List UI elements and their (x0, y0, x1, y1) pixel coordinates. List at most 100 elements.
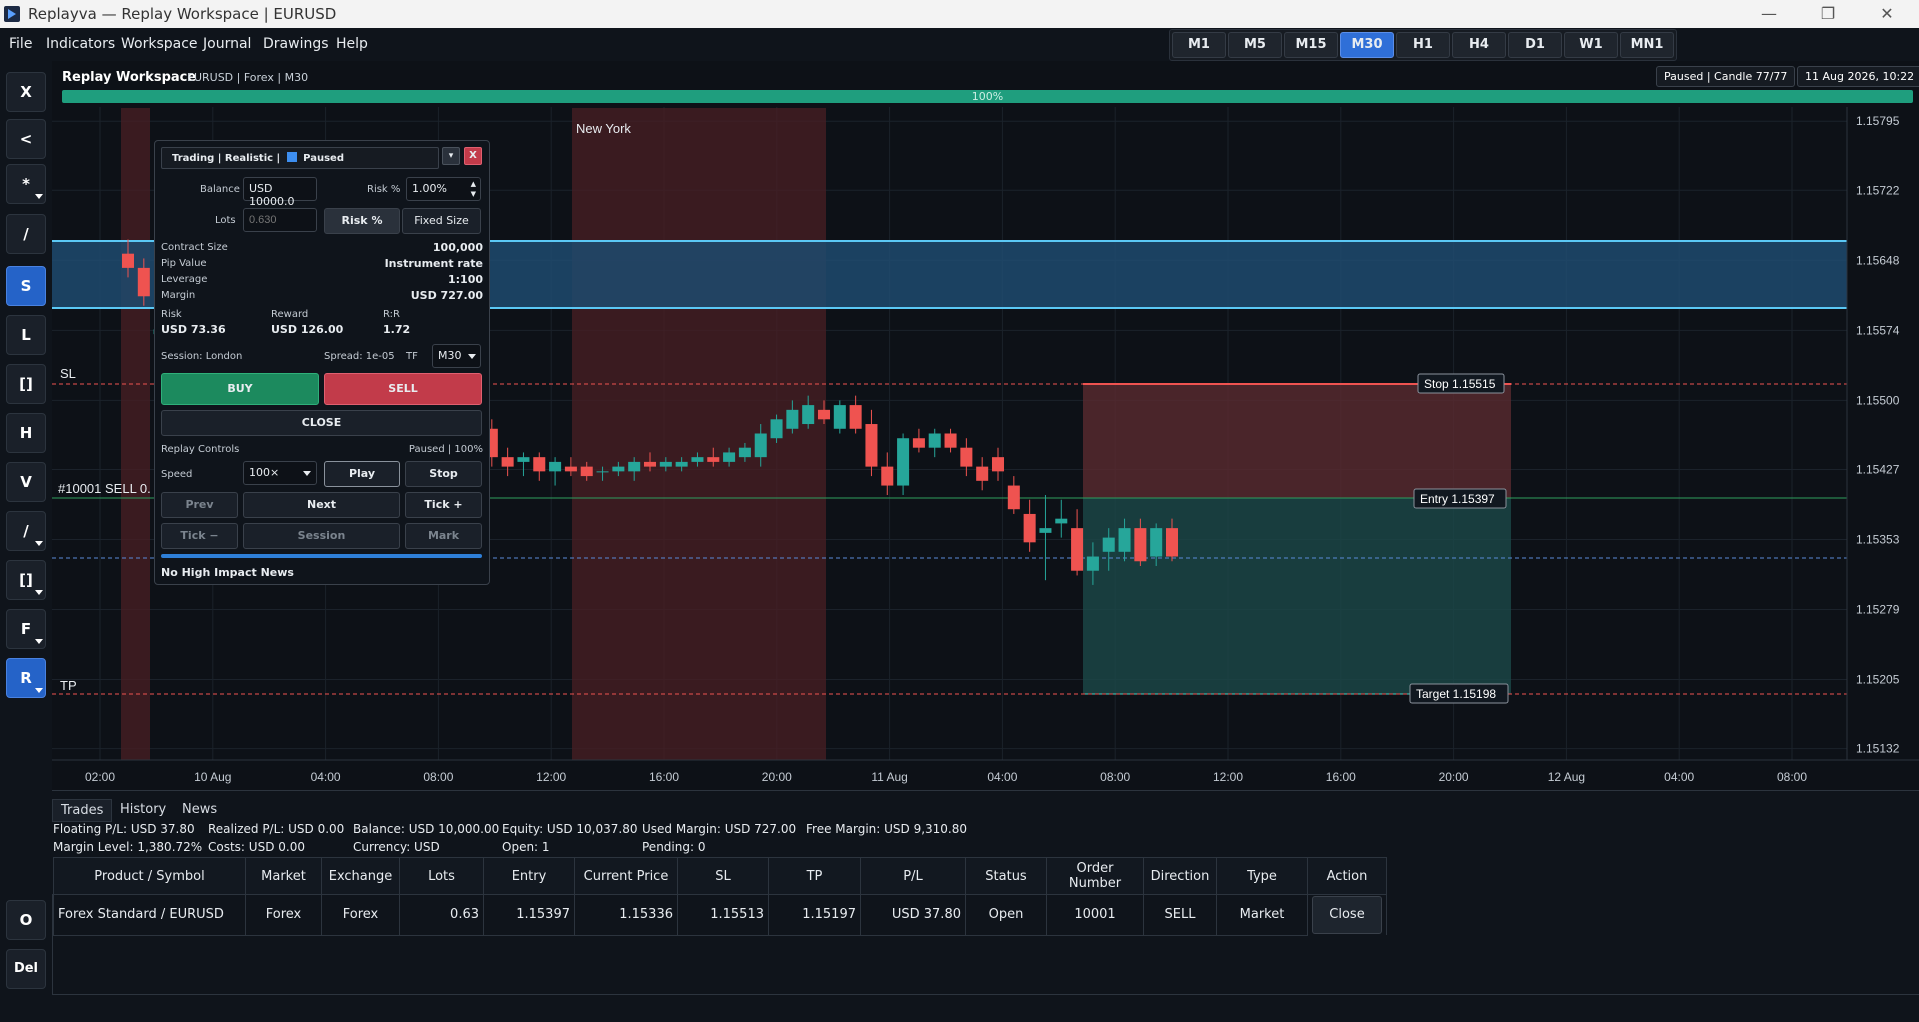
risk-zone[interactable] (1083, 384, 1511, 498)
candle-body (723, 452, 736, 462)
tool-rectangle-button[interactable]: [] (6, 364, 46, 404)
menu-indicators[interactable]: Indicators (46, 36, 115, 52)
menu-journal[interactable]: Journal (203, 36, 251, 52)
tool-range-button[interactable]: R (6, 658, 46, 698)
tf-d1[interactable]: D1 (1508, 32, 1562, 58)
price-tick-label: 1.15427 (1856, 462, 1900, 476)
tool-shapes-button[interactable]: [] (6, 560, 46, 600)
tab-news[interactable]: News (174, 799, 225, 820)
tool-back-button[interactable]: < (6, 119, 46, 159)
risk-percent-input[interactable]: 1.00% ▲ ▼ (406, 177, 481, 201)
panel-title-bar[interactable]: Trading | Realistic | Paused (161, 147, 439, 169)
tool-long-position-button[interactable]: L (6, 315, 46, 355)
mark-button[interactable]: Mark (405, 523, 482, 549)
tf-h4[interactable]: H4 (1452, 32, 1506, 58)
tool-vertical-line-button[interactable]: V (6, 462, 46, 502)
candle-body (912, 438, 925, 448)
candle-body (1150, 528, 1163, 557)
tool-marker-button[interactable]: * (6, 164, 46, 204)
chevron-down-icon (303, 471, 311, 476)
stepper-icon[interactable]: ▲ ▼ (471, 179, 476, 199)
tool-delete-button[interactable]: Del (6, 949, 46, 989)
panel-collapse-button[interactable]: ▾ (442, 147, 460, 165)
col-market[interactable]: Market (245, 857, 322, 895)
buy-button[interactable]: BUY (161, 373, 319, 405)
col-product[interactable]: Product / Symbol (53, 857, 246, 895)
menu-help[interactable]: Help (336, 36, 368, 52)
tf-m1[interactable]: M1 (1172, 32, 1226, 58)
close-window-button[interactable]: ✕ (1864, 2, 1910, 26)
menu-file[interactable]: File (9, 36, 32, 52)
reward-zone[interactable] (1083, 498, 1511, 694)
tool-horizontal-line-button[interactable]: H (6, 413, 46, 453)
col-action[interactable]: Action (1307, 857, 1387, 895)
candle-body (833, 405, 846, 429)
tf-mn1[interactable]: MN1 (1620, 32, 1674, 58)
tf-h1[interactable]: H1 (1396, 32, 1450, 58)
col-pl[interactable]: P/L (860, 857, 966, 895)
tab-history[interactable]: History (112, 799, 174, 820)
tf-m15[interactable]: M15 (1284, 32, 1338, 58)
tool-short-position-button[interactable]: S (6, 266, 46, 306)
panel-close-button[interactable]: X (464, 147, 482, 165)
menu-workspace[interactable]: Workspace (121, 36, 198, 52)
stop-button[interactable]: Stop (405, 461, 482, 487)
col-sl[interactable]: SL (677, 857, 769, 895)
candle-body (643, 461, 657, 467)
tf-select[interactable]: M30 (432, 344, 481, 368)
col-order-number[interactable]: Order Number (1046, 857, 1144, 895)
col-status[interactable]: Status (965, 857, 1047, 895)
balance-input[interactable]: USD 10000.0 (243, 177, 317, 208)
close-trade-button[interactable]: Close (1312, 896, 1382, 934)
close-position-button[interactable]: CLOSE (161, 410, 482, 436)
candle-body (1007, 485, 1020, 510)
table-row[interactable]: Forex Standard / EURUSD Forex Forex 0.63… (53, 894, 1387, 936)
col-entry[interactable]: Entry (483, 857, 575, 895)
target-tag: Target 1.15198 (1416, 687, 1496, 701)
sell-button[interactable]: SELL (324, 373, 482, 405)
tf-m30[interactable]: M30 (1340, 32, 1394, 58)
tick-minus-button[interactable]: Tick − (161, 523, 238, 549)
tab-trades[interactable]: Trades (52, 799, 113, 822)
tool-trendline-button[interactable]: / (6, 511, 46, 551)
cell-pl: USD 37.80 (860, 894, 966, 936)
time-tick-label: 04:00 (987, 770, 1017, 784)
col-exchange[interactable]: Exchange (321, 857, 400, 895)
session-label: New York (576, 121, 631, 136)
news-status: No High Impact News (161, 566, 294, 579)
mode-risk-button[interactable]: Risk % (324, 208, 400, 234)
mode-fixed-size-button[interactable]: Fixed Size (402, 208, 481, 234)
minimize-button[interactable]: — (1746, 2, 1792, 26)
tool-fibonacci-button[interactable]: F (6, 609, 46, 649)
tool-clear-button[interactable]: X (6, 72, 46, 112)
col-type[interactable]: Type (1216, 857, 1308, 895)
maximize-button[interactable]: ❐ (1805, 2, 1851, 26)
tick-plus-button[interactable]: Tick + (405, 492, 482, 518)
tool-line-button[interactable]: / (6, 214, 46, 254)
time-tick-label: 16:00 (649, 770, 679, 784)
reward-amount: USD 126.00 (271, 323, 344, 336)
session-button[interactable]: Session (243, 523, 400, 549)
tf-m5[interactable]: M5 (1228, 32, 1282, 58)
col-lots[interactable]: Lots (399, 857, 484, 895)
speed-select[interactable]: 100× (243, 461, 317, 485)
next-button[interactable]: Next (243, 492, 400, 518)
price-tick-label: 1.15722 (1856, 183, 1900, 197)
col-current-price[interactable]: Current Price (574, 857, 678, 895)
prev-button[interactable]: Prev (161, 492, 238, 518)
open-count-stat: Open: 1 (502, 840, 550, 854)
tf-w1[interactable]: W1 (1564, 32, 1618, 58)
price-tick-label: 1.15279 (1856, 603, 1900, 617)
candle-body (944, 433, 957, 448)
candle-body (707, 457, 720, 462)
play-button[interactable]: Play (324, 461, 400, 487)
tool-o-button[interactable]: O (6, 900, 46, 940)
tool-range-label: R (20, 669, 32, 687)
col-tp[interactable]: TP (768, 857, 861, 895)
time-tick-label: 04:00 (1664, 770, 1694, 784)
col-direction[interactable]: Direction (1143, 857, 1217, 895)
lots-input[interactable] (243, 208, 317, 232)
menu-drawings[interactable]: Drawings (263, 36, 329, 52)
time-tick-label: 08:00 (1777, 770, 1807, 784)
tp-label: TP (60, 678, 77, 693)
